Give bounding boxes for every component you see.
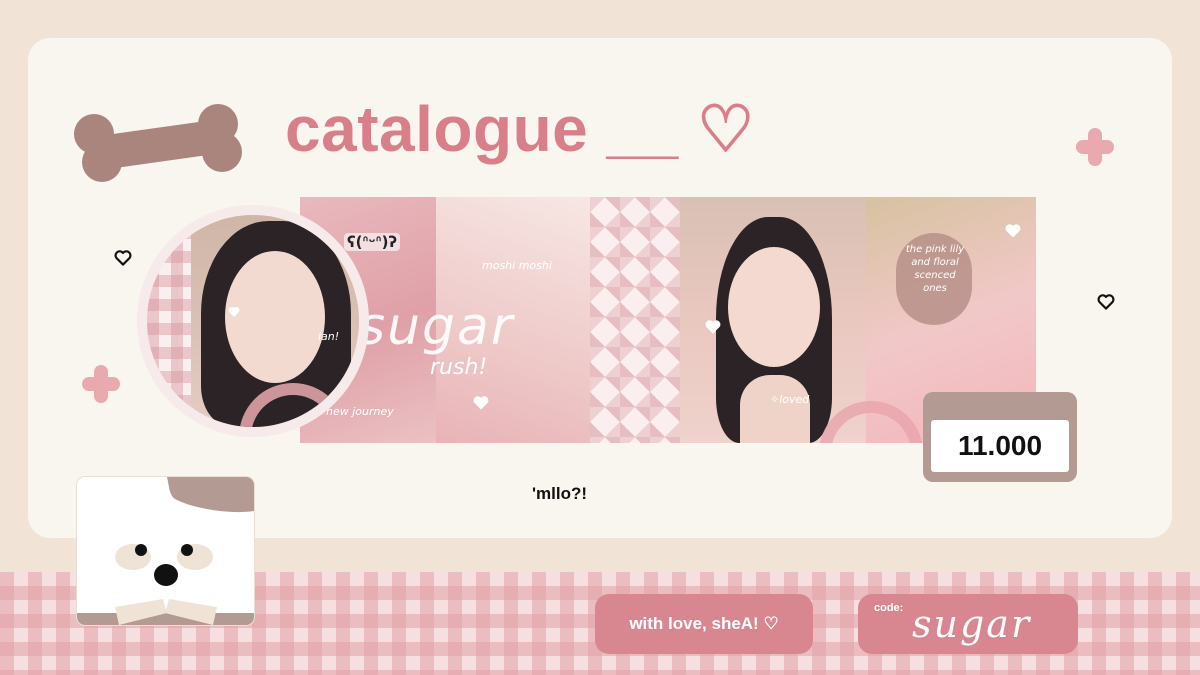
collage-panel-gingham — [590, 197, 680, 443]
price-value: 11.000 — [931, 420, 1069, 472]
avatar — [137, 205, 369, 437]
bubble-text: the pink lily and floral scenced ones — [905, 244, 965, 294]
heart-icon — [1005, 224, 1021, 238]
moshi-label: moshi moshi — [482, 259, 552, 272]
heart-icon — [228, 306, 240, 317]
code-label: code: — [874, 602, 904, 614]
caption-text: 'mllo?! — [532, 484, 588, 503]
heart-icon — [114, 250, 132, 266]
price-tag: 11.000 — [923, 392, 1077, 482]
heart-icon — [705, 320, 721, 334]
sugar-script: sugar — [358, 297, 515, 357]
code-badge[interactable]: code: sugar — [858, 594, 1078, 654]
heart-icon — [1097, 294, 1115, 310]
heart-icon — [473, 396, 489, 410]
rush-script: rush! — [430, 355, 488, 380]
bone-icon — [74, 104, 242, 182]
page-title: catalogue __ ♡ — [285, 93, 755, 165]
code-value: sugar — [912, 602, 1032, 646]
ring-decoration — [819, 401, 923, 443]
ian-label: ian! — [318, 330, 340, 343]
plus-icon — [1076, 128, 1114, 166]
dog-face-icon — [77, 477, 254, 625]
plus-icon — [82, 365, 120, 403]
signature-button[interactable]: with love, sheA! ♡ — [595, 594, 813, 654]
loved-label: ✧loved — [770, 393, 810, 406]
